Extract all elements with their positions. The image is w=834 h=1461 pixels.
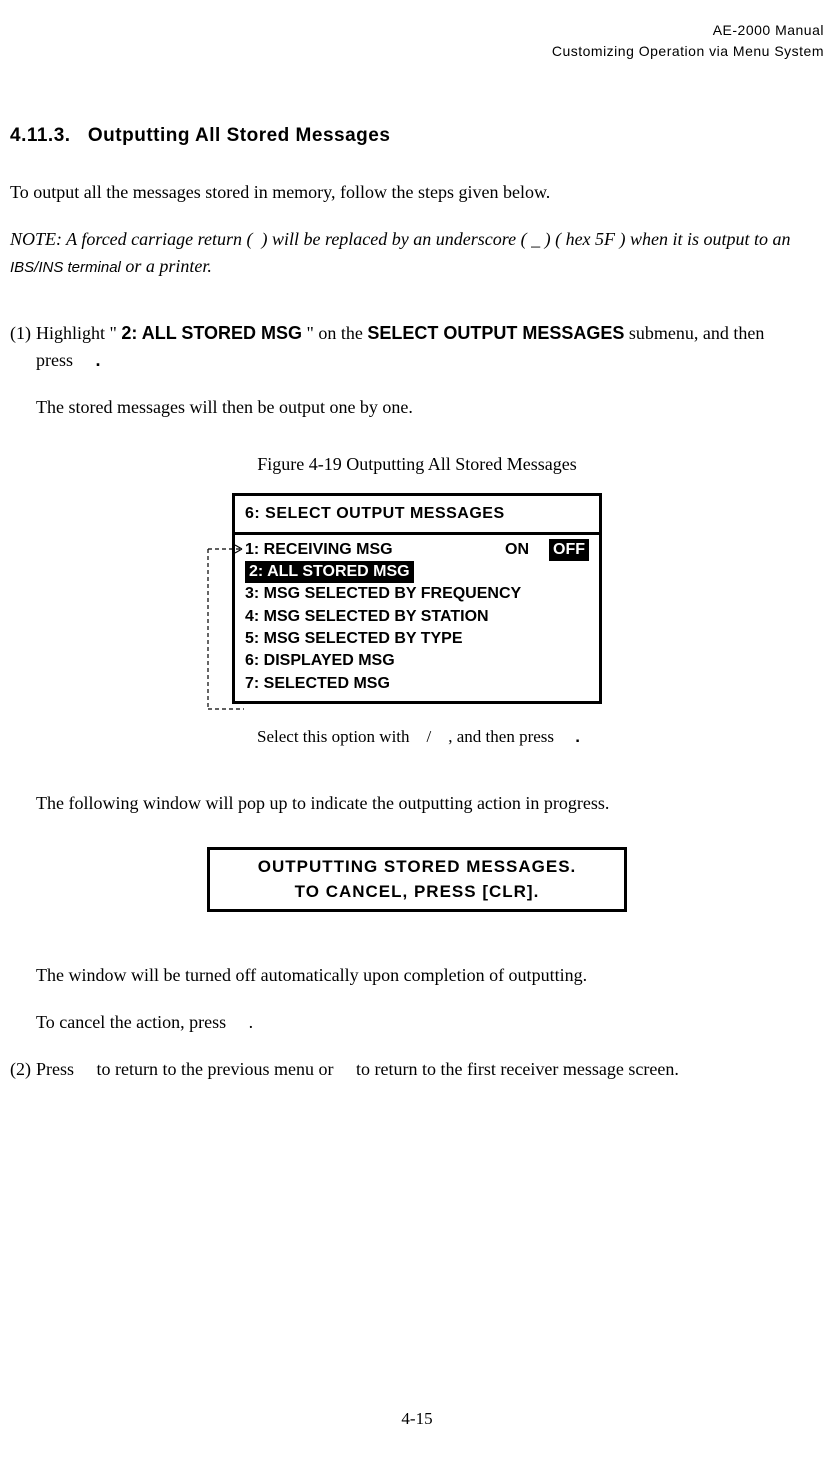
select-text1: Select this option with xyxy=(257,727,410,746)
section-title: Outputting All Stored Messages xyxy=(88,125,391,146)
menu-line-3: 3: MSG SELECTED BY FREQUENCY xyxy=(245,583,589,605)
step2-text2: to return to the previous menu or xyxy=(97,1059,334,1079)
menu-line1-label: 1: RECEIVING MSG xyxy=(245,539,505,561)
menu-line1-off: OFF xyxy=(549,539,589,561)
menu-body: 1: RECEIVING MSG ON OFF 2: ALL STORED MS… xyxy=(235,535,599,702)
popup-line2: TO CANCEL, PRESS [CLR]. xyxy=(220,879,614,905)
cancel-text: To cancel the action, press xyxy=(36,1012,226,1032)
menu-line2-highlighted: 2: ALL STORED MSG xyxy=(245,561,414,583)
step1-sub: The stored messages will then be output … xyxy=(36,394,824,421)
step2-key2 xyxy=(333,1059,356,1079)
step2-key1 xyxy=(74,1059,97,1079)
step-2-number: (2) xyxy=(10,1056,36,1083)
menu-line1-on: ON xyxy=(505,539,529,561)
note-paragraph: NOTE: A forced carriage return ( ) will … xyxy=(10,226,824,280)
menu-line-1: 1: RECEIVING MSG ON OFF xyxy=(245,539,589,561)
step1-period: . xyxy=(96,350,101,370)
popup-box: OUTPUTTING STORED MESSAGES. TO CANCEL, P… xyxy=(207,847,627,912)
step1-middle: " on the xyxy=(302,323,367,343)
menu-line-5: 5: MSG SELECTED BY TYPE xyxy=(245,628,589,650)
menu-line-6: 6: DISPLAYED MSG xyxy=(245,650,589,672)
step1-bold1: 2: ALL STORED MSG xyxy=(121,323,302,343)
section-number: 4.11.3. xyxy=(10,125,71,146)
cancel-line: To cancel the action, press . xyxy=(36,1009,824,1036)
cancel-period: . xyxy=(249,1012,254,1032)
step-1-body: Highlight " 2: ALL STORED MSG " on the S… xyxy=(36,320,824,374)
menu-line-7: 7: SELECTED MSG xyxy=(245,673,589,695)
menu-title: 6: SELECT OUTPUT MESSAGES xyxy=(235,496,599,535)
manual-name: AE-2000 Manual xyxy=(10,20,824,41)
note-suffix: or a printer. xyxy=(121,256,212,276)
popup-line1: OUTPUTTING STORED MESSAGES. xyxy=(220,854,614,880)
step2-text1: Press xyxy=(36,1059,74,1079)
note-prefix: NOTE: A forced carriage return ( xyxy=(10,229,252,249)
step-1-number: (1) xyxy=(10,320,36,374)
step-2: (2) Press to return to the previous menu… xyxy=(10,1056,824,1083)
intro-paragraph: To output all the messages stored in mem… xyxy=(10,179,824,206)
popup-wrapper: OUTPUTTING STORED MESSAGES. TO CANCEL, P… xyxy=(10,847,824,912)
menu-box-wrapper: 6: SELECT OUTPUT MESSAGES 1: RECEIVING M… xyxy=(10,493,824,705)
step1-before: Highlight " xyxy=(36,323,121,343)
cancel-key xyxy=(226,1012,249,1032)
select-caption: Select this option with / , and then pre… xyxy=(232,724,602,750)
menu-line-2: 2: ALL STORED MSG xyxy=(245,561,589,583)
menu-line-4: 4: MSG SELECTED BY STATION xyxy=(245,606,589,628)
chapter-name: Customizing Operation via Menu System xyxy=(10,41,824,62)
step2-text3: to return to the first receiver message … xyxy=(356,1059,679,1079)
menu-box: 6: SELECT OUTPUT MESSAGES 1: RECEIVING M… xyxy=(232,493,602,705)
select-key1 xyxy=(410,727,427,746)
step-1: (1) Highlight " 2: ALL STORED MSG " on t… xyxy=(10,320,824,374)
step1-key xyxy=(73,350,96,370)
step1-bold2: SELECT OUTPUT MESSAGES xyxy=(367,323,624,343)
figure-caption: Figure 4-19 Outputting All Stored Messag… xyxy=(10,451,824,478)
note-ibs: IBS/INS terminal xyxy=(10,259,121,276)
select-text3: , and then press xyxy=(448,727,554,746)
section-heading: 4.11.3. Outputting All Stored Messages xyxy=(10,122,824,151)
step-2-body: Press to return to the previous menu or … xyxy=(36,1056,824,1083)
note-mid1: ) will be replaced by an underscore ( _ … xyxy=(261,229,790,249)
page-number: 4-15 xyxy=(0,1406,834,1432)
turnoff-line: The window will be turned off automatica… xyxy=(36,962,824,989)
page-header: AE-2000 Manual Customizing Operation via… xyxy=(10,20,824,62)
select-key2 xyxy=(431,727,448,746)
following-line: The following window will pop up to indi… xyxy=(36,790,824,817)
select-period: . xyxy=(575,727,580,746)
select-key3 xyxy=(554,727,575,746)
